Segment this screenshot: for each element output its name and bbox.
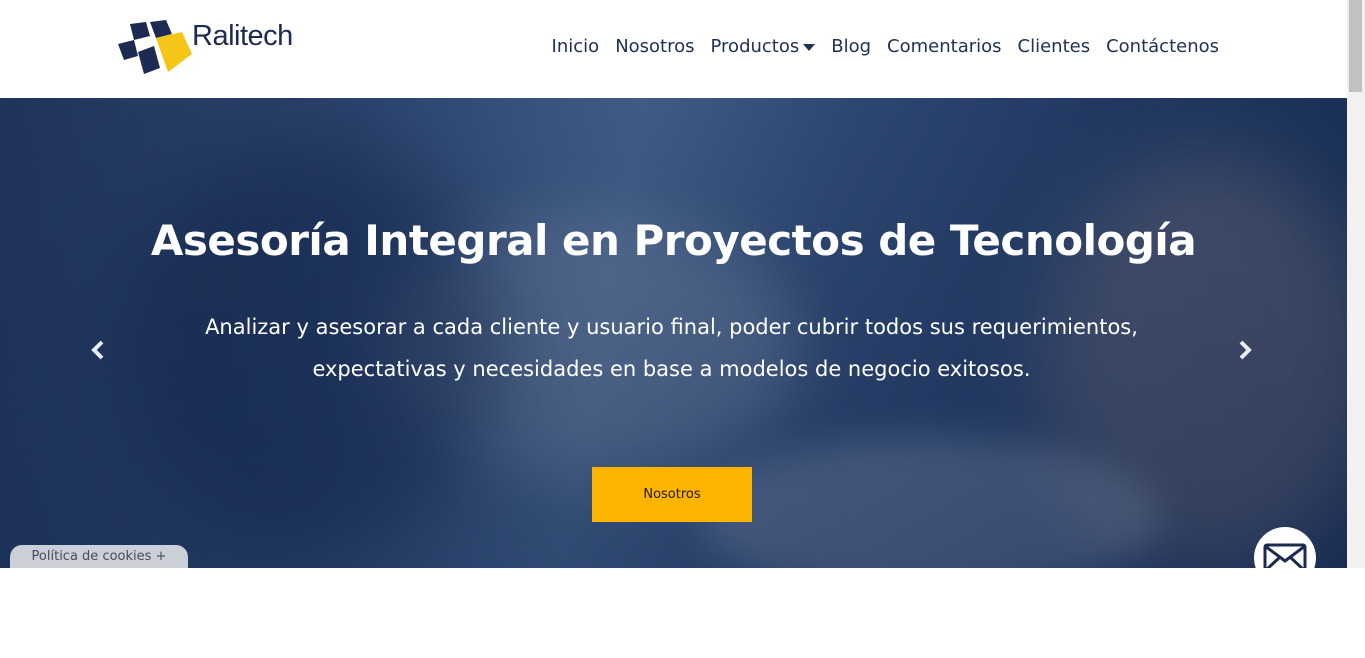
brand-logo[interactable]: Ralitech — [116, 18, 306, 78]
carousel-prev-button[interactable] — [86, 336, 110, 364]
logo-mark-icon — [118, 20, 192, 74]
cookie-policy-tab[interactable]: Política de cookies + — [10, 545, 188, 568]
hero-title: Asesoría Integral en Proyectos de Tecnol… — [150, 216, 1197, 265]
nav-item-comentarios[interactable]: Comentarios — [887, 36, 1001, 57]
nav-item-blog[interactable]: Blog — [831, 36, 871, 57]
hero-subtitle-line-2: expectativas y necesidades en base a mod… — [312, 357, 1031, 381]
chevron-right-icon — [1239, 340, 1252, 360]
nav-item-contactenos[interactable]: Contáctenos — [1106, 36, 1219, 57]
nav-item-clientes[interactable]: Clientes — [1018, 36, 1091, 57]
brand-name: Ralitech — [192, 20, 293, 52]
main-nav: Inicio Nosotros Productos Blog Comentari… — [536, 36, 1219, 57]
nav-item-nosotros[interactable]: Nosotros — [615, 36, 694, 57]
mail-circle — [1254, 527, 1316, 568]
hero-subtitle: Analizar y asesorar a cada cliente y usu… — [200, 306, 1143, 390]
site-header: Ralitech Inicio Nosotros Productos Blog … — [0, 0, 1347, 98]
page-scrollbar[interactable] — [1347, 0, 1365, 568]
carousel-next-button[interactable] — [1233, 336, 1257, 364]
caret-down-icon — [803, 44, 816, 51]
hero-carousel: Asesoría Integral en Proyectos de Tecnol… — [0, 98, 1347, 568]
nosotros-button[interactable]: Nosotros — [592, 467, 752, 522]
envelope-icon — [1263, 543, 1307, 568]
nav-item-productos-label: Productos — [710, 36, 800, 57]
contact-mail-button[interactable] — [1254, 527, 1316, 568]
chevron-left-icon — [91, 340, 104, 360]
hero-subtitle-line-1: Analizar y asesorar a cada cliente y usu… — [205, 315, 1138, 339]
nav-item-inicio[interactable]: Inicio — [552, 36, 600, 57]
scrollbar-thumb[interactable] — [1349, 0, 1362, 92]
nav-item-productos[interactable]: Productos — [711, 36, 816, 57]
